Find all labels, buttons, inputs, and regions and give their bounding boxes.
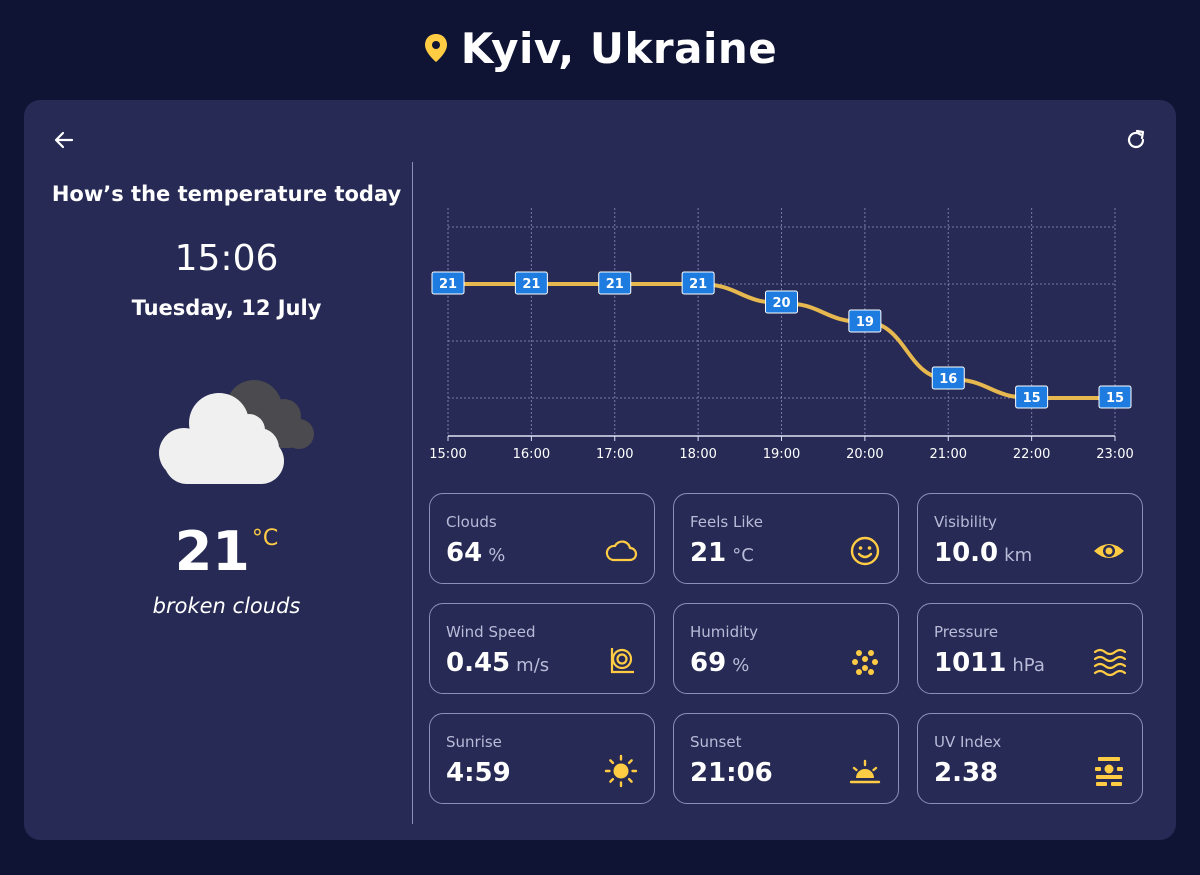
location-title: Kyiv, Ukraine [460, 23, 778, 73]
detail-value-number: 0.45 [446, 648, 511, 678]
uv-index-icon [1092, 754, 1126, 788]
detail-label: Pressure [934, 623, 999, 641]
divider [412, 162, 413, 824]
wind-icon [604, 644, 638, 678]
details-grid: Clouds 64% Feels Like 21 °C Visibility 10.0 km W… [429, 493, 1145, 808]
detail-value: 21:06 [690, 758, 773, 788]
sun-icon [604, 754, 638, 788]
data-label: 21 [606, 277, 624, 292]
data-label: 16 [939, 372, 957, 387]
detail-value: 10.0 km [934, 538, 1032, 568]
detail-value-number: 69 [690, 648, 727, 678]
detail-value: 21 °C [690, 538, 754, 568]
detail-unit: °C [732, 545, 754, 566]
current-temperature: 21°C [24, 520, 429, 583]
detail-label: Sunset [690, 733, 742, 751]
x-tick-label: 23:00 [1096, 447, 1133, 462]
detail-value-number: 1011 [934, 648, 1007, 678]
detail-unit: % [488, 545, 506, 566]
location-header: Kyiv, Ukraine [0, 0, 1200, 96]
detail-label: Visibility [934, 513, 997, 531]
location-pin-icon [423, 33, 449, 63]
detail-tile-sunrise: Sunrise 4:59 [429, 713, 655, 804]
detail-tile-feels-like: Feels Like 21 °C [673, 493, 899, 584]
detail-unit: km [1004, 545, 1033, 566]
x-tick-label: 16:00 [513, 447, 550, 462]
detail-tile-wind-speed: Wind Speed 0.45 m/s [429, 603, 655, 694]
detail-tile-clouds: Clouds 64% [429, 493, 655, 584]
x-tick-label: 18:00 [679, 447, 716, 462]
data-label: 19 [856, 315, 874, 330]
detail-unit: m/s [516, 655, 550, 676]
current-time: 15:06 [174, 238, 279, 279]
detail-value-number: 21:06 [690, 758, 773, 788]
smiley-icon [848, 534, 882, 568]
data-label: 21 [439, 277, 457, 292]
weather-card: How’s the temperature today 15:06 Tuesda… [24, 100, 1176, 840]
detail-value-number: 4:59 [446, 758, 511, 788]
x-tick-label: 22:00 [1013, 447, 1050, 462]
detail-value-number: 10.0 [934, 538, 999, 568]
detail-value: 2.38 [934, 758, 998, 788]
temperature-unit: °C [251, 526, 279, 551]
data-label: 21 [522, 277, 540, 292]
broken-clouds-icon [134, 368, 324, 488]
detail-label: UV Index [934, 733, 1002, 751]
temperature-value: 21 [174, 520, 250, 583]
refresh-icon [1127, 129, 1145, 149]
detail-label: Clouds [446, 513, 497, 531]
detail-label: Feels Like [690, 513, 763, 531]
refresh-button[interactable] [1122, 126, 1150, 154]
cloud-icon [604, 534, 638, 568]
detail-unit: hPa [1012, 655, 1045, 676]
detail-value-number: 2.38 [934, 758, 999, 788]
detail-label: Humidity [690, 623, 759, 641]
detail-value: 4:59 [446, 758, 511, 788]
detail-value-number: 64 [446, 538, 483, 568]
detail-value-number: 21 [690, 538, 727, 568]
detail-label: Sunrise [446, 733, 502, 751]
data-label: 20 [772, 296, 790, 311]
detail-tile-visibility: Visibility 10.0 km [917, 493, 1143, 584]
current-date: Tuesday, 12 July [131, 296, 322, 320]
detail-value: 69% [690, 648, 749, 678]
detail-value: 64% [446, 538, 505, 568]
eye-icon [1092, 534, 1126, 568]
x-tick-label: 15:00 [429, 447, 466, 462]
detail-tile-uv-index: UV Index 2.38 [917, 713, 1143, 804]
detail-unit: % [732, 655, 750, 676]
data-label: 15 [1023, 391, 1041, 406]
summary-heading: How’s the temperature today [51, 182, 402, 206]
weather-description: broken clouds [152, 594, 301, 618]
humidity-dots-icon [848, 644, 882, 678]
detail-value: 0.45 m/s [446, 648, 549, 678]
detail-tile-sunset: Sunset 21:06 [673, 713, 899, 804]
detail-label: Wind Speed [446, 623, 536, 641]
data-label: 15 [1106, 391, 1124, 406]
sunset-icon [848, 754, 882, 788]
detail-tile-humidity: Humidity 69% [673, 603, 899, 694]
today-summary: How’s the temperature today 15:06 Tuesda… [24, 100, 412, 840]
temperature-chart: 15:00 16:00 17:00 18:00 19:00 20:00 21:00 22:00… [424, 196, 1154, 476]
waves-icon [1092, 644, 1127, 678]
x-tick-label: 17:00 [596, 447, 633, 462]
x-tick-label: 21:00 [930, 447, 967, 462]
x-tick-label: 19:00 [763, 447, 800, 462]
x-tick-label: 20:00 [846, 447, 883, 462]
data-label: 21 [689, 277, 707, 292]
detail-value: 1011 hPa [934, 648, 1045, 678]
detail-tile-pressure: Pressure 1011 hPa [917, 603, 1143, 694]
